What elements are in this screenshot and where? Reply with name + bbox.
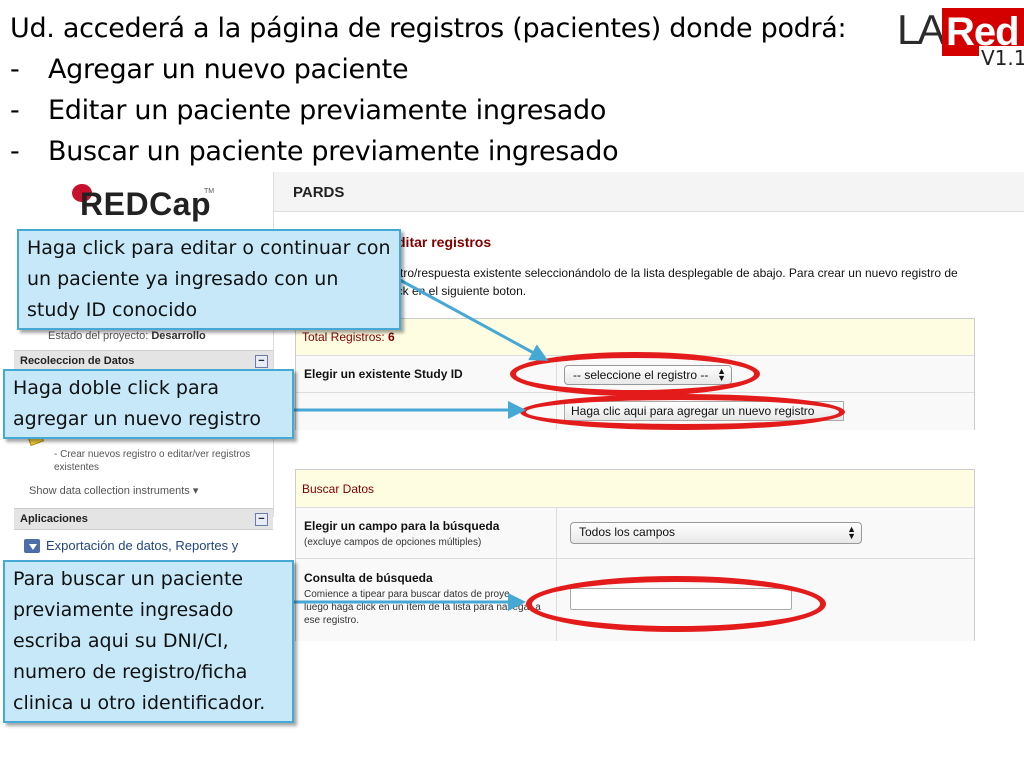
sidebar-item-description: - Crear nuevos registro o editar/ver reg… [54,449,251,473]
row-divider [556,508,557,558]
search-field-label: Elegir un campo para la búsqueda [304,519,500,533]
highlight-ellipse-add-button [520,394,845,430]
project-header: PARDS [274,172,1024,212]
total-records-label: Total Registros: [302,330,385,344]
bullet-text: Agregar un nuevo paciente [48,54,409,85]
slide-intro: Ud. accederá a la página de registros (p… [10,13,847,44]
bullet-marker: - [10,95,20,126]
search-query-help: Comience a tipear para buscar datos de p… [304,588,554,627]
project-status-label: Estado del proyecto: [48,330,149,342]
highlight-ellipse-search-input [526,576,826,632]
sidebar-section-applications[interactable]: Aplicaciones − [14,508,273,530]
callout-add-record: Haga doble click para agregar un nuevo r… [3,369,294,439]
callout-edit-record: Haga click para editar o continuar con u… [17,229,401,330]
search-query-help-line: luego haga click en un ítem de la lista … [304,602,541,613]
search-field-sublabel: (excluye campos de opciones múltiples) [304,537,482,548]
redcap-logo-text: REDCap [80,186,212,222]
redcap-logo: REDCap TM [68,178,228,223]
page-description: stro/respuesta existente seleccionándolo… [394,264,1024,300]
total-records-value: 6 [388,330,395,344]
bullet-text: Editar un paciente previamente ingresado [48,95,607,126]
search-field-select-value: Todos los campos [579,525,676,539]
logo-la-text: LA [897,6,945,53]
project-status: Estado del proyecto: Desarrollo [48,330,206,342]
export-icon [24,538,40,553]
choose-record-label: Elegir un existente Study ID [304,367,463,381]
section-title: Recoleccion de Datos [20,355,135,367]
page-description-line: ick en el siguiente boton. [394,284,527,298]
search-query-label: Consulta de búsqueda [304,571,433,585]
section-title: Aplicaciones [20,513,88,525]
collapse-icon[interactable]: − [255,355,268,368]
trademark-label: TM [204,188,215,195]
callout-search-record: Para buscar un paciente previamente ingr… [3,560,294,723]
slide-text: Ud. accederá a la página de registros (p… [10,8,847,172]
show-instruments-link[interactable]: Show data collection instruments ▾ [29,484,198,497]
select-arrows-icon: ▲ ▼ [847,524,856,541]
project-status-value: Desarrollo [151,330,206,342]
version-label: V1.1 [979,46,1024,70]
export-link-label: Exportación de datos, Reportes y [46,538,239,553]
sidebar-item-export[interactable]: Exportación de datos, Reportes y [24,538,238,553]
search-query-help-line: Comience a tipear para buscar datos de p… [304,589,510,600]
highlight-ellipse-record-select [510,352,760,396]
bullet-item: - Buscar un paciente previamente ingresa… [10,131,846,172]
search-query-help-line: ese registro. [304,615,360,626]
bullet-text: Buscar un paciente previamente ingresado [48,136,619,167]
bullet-marker: - [10,136,20,167]
bullet-item: - Agregar un nuevo paciente [10,49,846,90]
search-panel-header: Buscar Datos [296,470,974,508]
bullet-item: - Editar un paciente previamente ingresa… [10,90,846,131]
search-field-row: Elegir un campo para la búsqueda (excluy… [296,508,974,559]
page-title: ditar registros [397,234,492,250]
page-description-line: stro/respuesta existente seleccionándolo… [394,266,958,280]
search-field-select[interactable]: Todos los campos ▲ ▼ [570,522,862,544]
bullet-marker: - [10,54,20,85]
collapse-icon[interactable]: − [255,513,268,526]
project-title: PARDS [293,184,345,201]
lared-logo: LA Red V1.1 [895,4,1024,70]
sidebar: REDCap TM Estado del proyecto: Desarroll… [14,172,274,553]
